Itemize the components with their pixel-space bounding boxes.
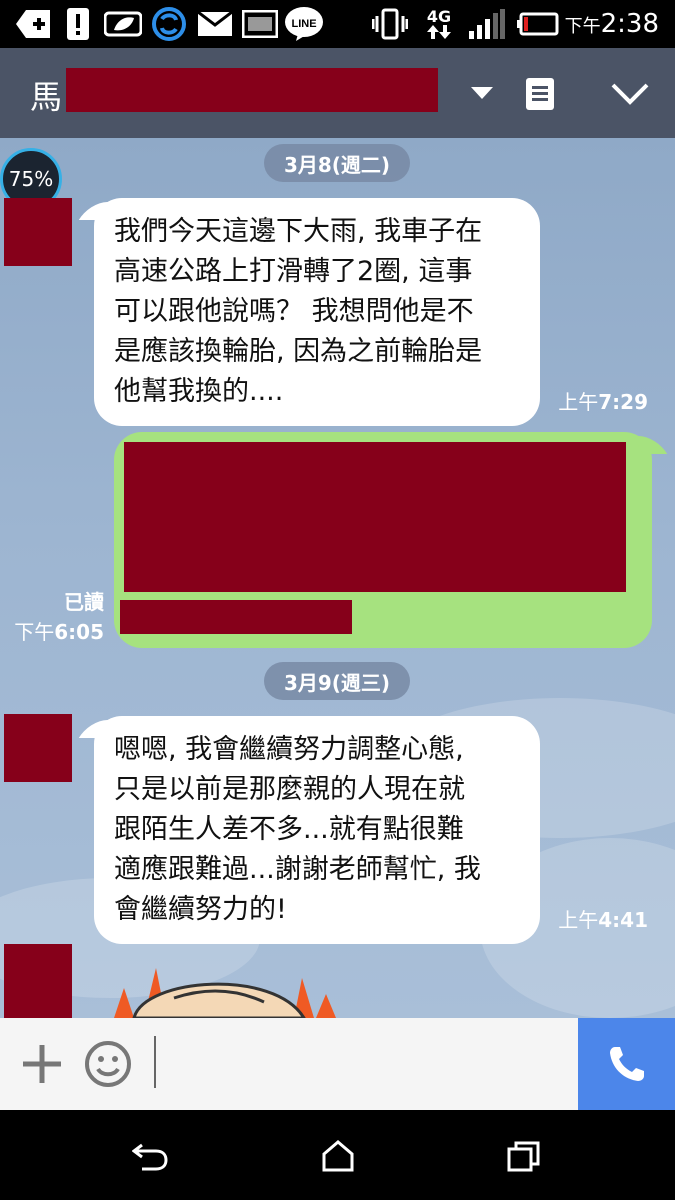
incoming-message[interactable]: 我們今天這邊下大雨, 我車子在 高速公路上打滑轉了2圈, 這事 可以跟他說嗎？ … [94, 198, 540, 426]
message-timestamp: 上午7:29 [558, 390, 648, 414]
message-timestamp: 上午4:41 [558, 908, 648, 932]
outgoing-message[interactable] [114, 432, 652, 648]
message-line: 可以跟他說嗎？ 我想問他是不 [114, 296, 474, 327]
message-line: 適應跟難過...謝謝老師幫忙, 我 [114, 854, 481, 885]
message-line: 跟陌生人差不多...就有點很難 [114, 814, 464, 845]
svg-text:LINE: LINE [291, 18, 316, 30]
leaf-icon [104, 8, 142, 40]
message-line: 嗯嗯, 我會繼續努力調整心態, [114, 734, 464, 765]
chat-area[interactable]: 75% 3月8(週二) 我們今天這邊下大雨, 我車子在 高速公路上打滑轉了2圈,… [0, 138, 675, 1018]
avatar[interactable] [4, 714, 72, 782]
message-input[interactable] [158, 1034, 568, 1090]
network-indicator: 4G [422, 8, 456, 40]
message-line: 我們今天這邊下大雨, 我車子在 [114, 216, 483, 247]
text-cursor [154, 1036, 156, 1088]
sync-icon [150, 7, 188, 41]
message-line: 會繼續努力的! [114, 894, 287, 925]
message-line: 他幫我換的.... [114, 376, 284, 407]
message-line: 只是以前是那麼親的人現在就 [114, 774, 465, 805]
emoji-icon[interactable] [82, 1038, 134, 1090]
avatar[interactable] [4, 198, 72, 266]
home-icon[interactable] [316, 1134, 360, 1178]
battery-icon [516, 8, 560, 40]
signal-icon [466, 8, 506, 40]
system-nav-bar [0, 1110, 675, 1200]
plus-icon[interactable] [16, 1038, 68, 1090]
clock: 下午2:38 [564, 9, 659, 39]
redacted-name [66, 68, 438, 112]
message-input-bar [0, 1018, 675, 1110]
redacted-text [120, 600, 352, 634]
add-icon [16, 8, 50, 40]
notes-icon[interactable] [516, 70, 564, 118]
line-icon: LINE [284, 7, 324, 41]
message-line: 高速公路上打滑轉了2圈, 這事 [114, 256, 473, 287]
incoming-message[interactable]: 嗯嗯, 我會繼續努力調整心態, 只是以前是那麼親的人現在就 跟陌生人差不多...… [94, 716, 540, 944]
message-timestamp: 下午6:05 [14, 620, 104, 644]
recents-icon[interactable] [502, 1134, 546, 1178]
read-receipt: 已讀 [64, 590, 104, 614]
chat-header: 馬 [0, 48, 675, 138]
date-separator: 3月9(週三) [264, 662, 410, 700]
chat-title: 馬 [30, 78, 63, 116]
phone-icon [609, 1047, 644, 1081]
message-line: 是應該換輪胎, 因為之前輪胎是 [114, 336, 483, 367]
mail-icon [198, 8, 232, 40]
warning-icon [66, 8, 90, 40]
image-icon [242, 8, 278, 40]
date-separator: 3月8(週二) [264, 144, 410, 182]
dropdown-icon[interactable] [458, 70, 506, 118]
status-bar: LINE 4G 下午2:38 [0, 0, 675, 48]
redacted-text [124, 442, 626, 592]
call-button[interactable] [578, 1018, 675, 1110]
avatar[interactable] [4, 944, 72, 1018]
vibrate-icon [372, 8, 408, 40]
collapse-icon[interactable] [606, 70, 654, 118]
back-icon[interactable] [128, 1134, 172, 1178]
sticker[interactable] [104, 958, 344, 1018]
